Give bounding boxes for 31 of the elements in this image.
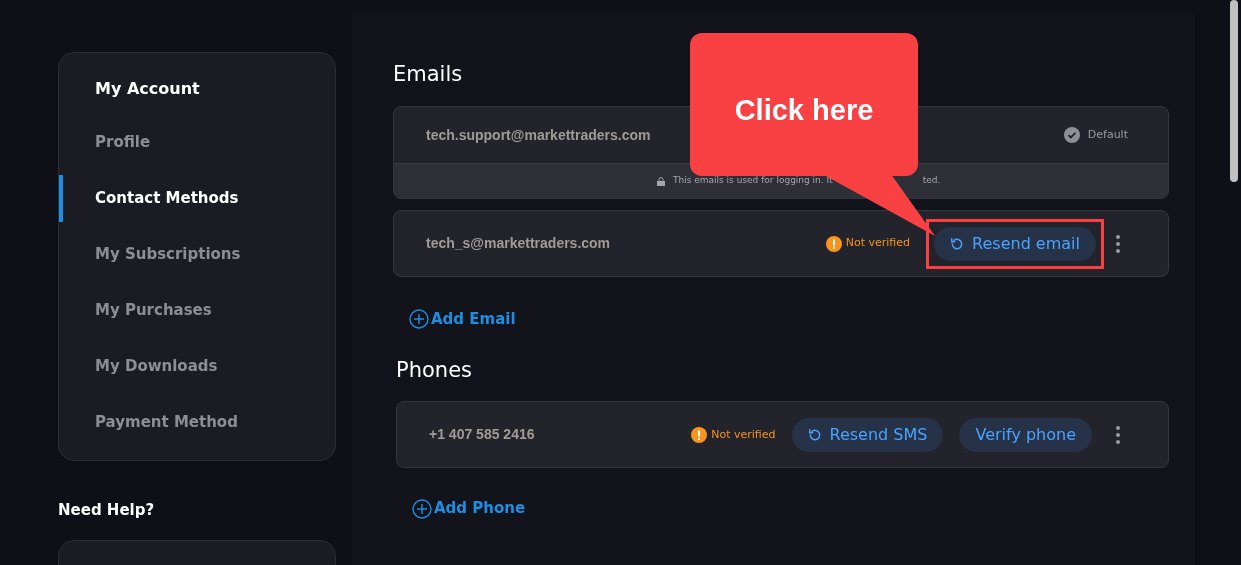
sidebar-item[interactable]: My Purchases (59, 298, 212, 322)
status-label: Not verified (845, 235, 911, 252)
note-text: ted. (922, 174, 941, 188)
sidebar-item[interactable]: Profile (59, 130, 151, 154)
plus-circle-icon (412, 498, 432, 519)
lock-icon (657, 176, 665, 186)
email-address: tech.support@markettraders.com (426, 125, 651, 145)
sidebar-item[interactable]: Payment Method (59, 410, 238, 434)
sidebar-title: My Account (94, 78, 201, 100)
help-title: Need Help? (58, 500, 156, 521)
check-circle-icon (1063, 127, 1080, 143)
status-label: Not verified (711, 426, 776, 443)
sidebar-item[interactable]: My Subscriptions (59, 242, 241, 266)
refresh-icon (807, 427, 822, 442)
warning-icon (691, 426, 708, 443)
default-label: Default (1087, 126, 1128, 143)
action-button[interactable]: Resend SMS (791, 417, 944, 452)
sidebar-item[interactable]: Contact Methods (59, 186, 239, 210)
refresh-icon (950, 236, 965, 251)
warning-icon (825, 235, 842, 252)
section-title: Phones (396, 357, 473, 385)
add-phone-link[interactable]: Add Phone (412, 497, 526, 520)
contact-value: +1 407 585 2416 (429, 425, 535, 445)
action-button[interactable]: Verify phone (959, 417, 1092, 452)
plus-circle-icon (409, 309, 429, 330)
section-title: Emails (393, 61, 464, 88)
action-button[interactable]: Resend email (934, 226, 1096, 261)
sidebar-item[interactable]: My Downloads (59, 354, 218, 378)
contact-value: tech_s@markettraders.com (426, 234, 611, 253)
add-email-link[interactable]: Add Email (409, 308, 516, 331)
scrollbar-thumb[interactable] (1230, 0, 1238, 182)
